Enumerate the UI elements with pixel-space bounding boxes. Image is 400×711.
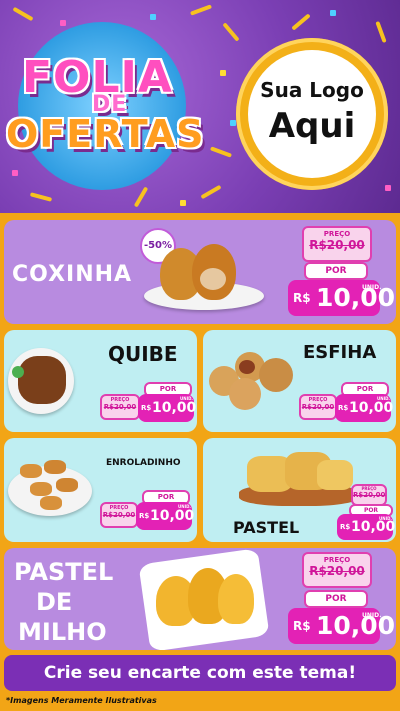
unit-label: UNID. [362,284,382,291]
por-label: POR [304,590,368,608]
product-name: PASTEL [233,518,300,537]
unit-label: UNID. [178,504,191,509]
new-price-value: 10,00 [150,508,195,524]
product-name: COXINHA [12,262,133,287]
currency-symbol: R$ [293,291,311,305]
currency-symbol: R$ [340,523,351,531]
product-card-enroladinho: ENROLADINHO PREÇO R$20,00 POR R$ 10,00 U… [4,438,197,542]
old-price-value: R$20,00 [353,491,386,499]
new-price-tag: R$ 10,00 UNID. [138,394,197,422]
cta-banner: Crie seu encarte com este tema! [4,655,396,691]
product-name-line-2: DE [36,588,73,616]
new-price-value: 10,00 [351,519,396,535]
new-price-tag: R$ 10,00 UNID. [337,514,396,540]
product-name-line-3: MILHO [18,618,107,646]
old-price-tag: PREÇO R$20,00 [100,502,138,528]
old-price-value: R$20,00 [102,511,136,519]
enroladinho-image-4 [56,478,78,492]
new-price-value: 10,00 [316,283,396,312]
old-price-tag: PREÇO R$20,00 [302,552,372,588]
brand-title-word-3: OFERTAS [6,112,205,156]
old-price-label: PREÇO [323,230,351,238]
old-price-tag: PREÇO R$20,00 [302,226,372,262]
disclaimer-text: *Imagens Meramente Ilustrativas [6,696,157,705]
por-label: POR [304,262,368,280]
product-card-quibe: QUIBE PREÇO R$20,00 POR R$ 10,00 UNID. [4,330,197,432]
currency-symbol: R$ [139,512,150,520]
old-price-label: PREÇO [323,556,351,564]
currency-symbol: R$ [293,619,311,633]
carnival-header: FOLIA DE OFERTAS Sua Logo Aqui [0,0,400,213]
old-price-value: R$20,00 [309,564,365,578]
flyer-page: FOLIA DE OFERTAS Sua Logo Aqui COXINHA -… [0,0,400,711]
enroladinho-image-3 [30,482,52,496]
coxinha-filling [200,268,226,290]
quibe-image [18,356,66,404]
enroladinho-image-2 [44,460,66,474]
new-price-tag: R$ 10,00 UNID. [288,280,395,316]
product-card-coxinha: COXINHA -50% PREÇO R$20,00 POR R$ 10,00 … [4,220,396,324]
product-name: ENROLADINHO [106,458,181,468]
logo-text-line-1: Sua Logo [260,78,364,102]
old-price-value: R$20,00 [309,238,365,252]
pastel-milho-image-3 [218,574,254,624]
old-price-tag: PREÇO R$20,00 [299,394,337,420]
product-card-pastel: PASTEL PREÇO R$20,00 POR R$ 10,00 UNID. [203,438,396,542]
new-price-value: 10,00 [349,400,394,416]
old-price-value: R$20,00 [301,403,335,411]
new-price-tag: R$ 10,00 UNID. [335,394,394,422]
unit-label: UNID. [379,516,392,521]
new-price-tag: R$ 10,00 UNID. [136,502,195,530]
garnish-image [12,366,24,378]
logo-text-line-2: Aqui [268,106,356,146]
esfiha-image-3 [259,358,293,392]
unit-label: UNID. [180,396,193,401]
unit-label: UNID. [377,396,390,401]
product-name: QUIBE [108,342,178,366]
pastel-image-3 [317,460,353,490]
logo-placeholder: Sua Logo Aqui [248,50,376,178]
esfiha-filling [239,360,255,374]
new-price-tag: R$ 10,00 UNID. [288,608,395,644]
product-name-line-1: PASTEL [14,558,114,586]
product-card-pastel-de-milho: PASTEL DE MILHO PREÇO R$20,00 POR R$ 10,… [4,548,396,650]
old-price-tag: PREÇO R$20,00 [351,484,387,506]
unit-label: UNID. [362,612,382,619]
currency-symbol: R$ [141,404,152,412]
currency-symbol: R$ [338,404,349,412]
product-card-esfiha: ESFIHA PREÇO R$20,00 POR R$ 10,00 UNID. [203,330,396,432]
old-price-value: R$20,00 [103,403,137,411]
new-price-value: 10,00 [316,611,396,640]
enroladinho-image-5 [40,496,62,510]
esfiha-image-4 [229,378,261,410]
product-name: ESFIHA [303,342,377,363]
enroladinho-image [20,464,42,478]
new-price-value: 10,00 [152,400,197,416]
old-price-tag: PREÇO R$20,00 [100,394,140,420]
